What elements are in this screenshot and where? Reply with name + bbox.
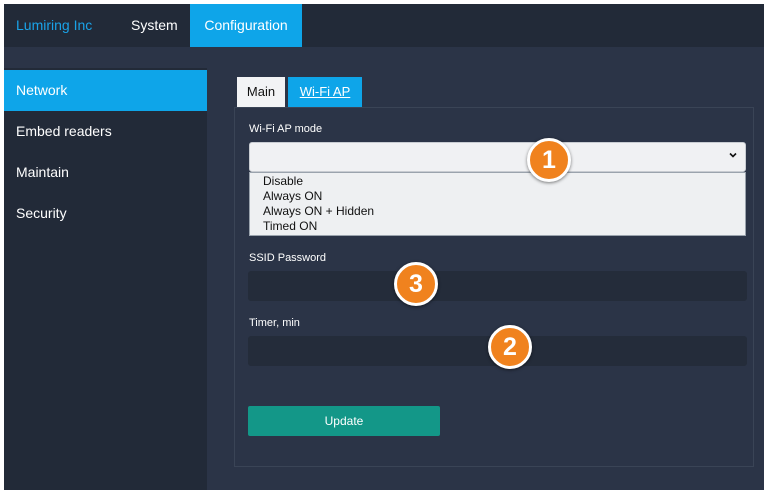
option-always-on[interactable]: Always ON [250, 189, 745, 204]
sidebar-item-security[interactable]: Security [4, 193, 207, 234]
sidebar: Network Embed readers Maintain Security [4, 68, 207, 490]
wifi-ap-mode-select[interactable] [249, 142, 746, 172]
wifi-ap-mode-label: Wi-Fi AP mode [249, 123, 323, 135]
timer-label: Timer, min [249, 317, 300, 329]
annotation-marker-3: 3 [394, 262, 438, 306]
chevron-down-icon [729, 152, 737, 158]
annotation-marker-2: 2 [488, 325, 532, 369]
option-timed-on[interactable]: Timed ON [250, 219, 745, 234]
sidebar-item-embed-readers[interactable]: Embed readers [4, 111, 207, 152]
option-always-on-hidden[interactable]: Always ON + Hidden [250, 204, 745, 219]
wifi-ap-mode-dropdown: Disable Always ON Always ON + Hidden Tim… [249, 172, 746, 236]
menu-system[interactable]: System [131, 4, 178, 47]
ssid-password-label: SSID Password [249, 252, 327, 264]
brand-logo[interactable]: Lumiring Inc [16, 4, 92, 47]
app-window: Lumiring Inc System Configuration Networ… [4, 4, 764, 490]
tab-wifi-ap[interactable]: Wi-Fi AP [288, 77, 362, 107]
update-button[interactable]: Update [248, 406, 440, 436]
menu-configuration[interactable]: Configuration [190, 4, 302, 47]
annotation-marker-1: 1 [527, 138, 571, 182]
top-bar: Lumiring Inc System Configuration [4, 4, 764, 47]
ssid-password-field[interactable] [248, 271, 747, 301]
tab-main[interactable]: Main [237, 77, 285, 107]
sidebar-item-network[interactable]: Network [4, 70, 207, 111]
sidebar-item-maintain[interactable]: Maintain [4, 152, 207, 193]
option-disable[interactable]: Disable [250, 174, 745, 189]
